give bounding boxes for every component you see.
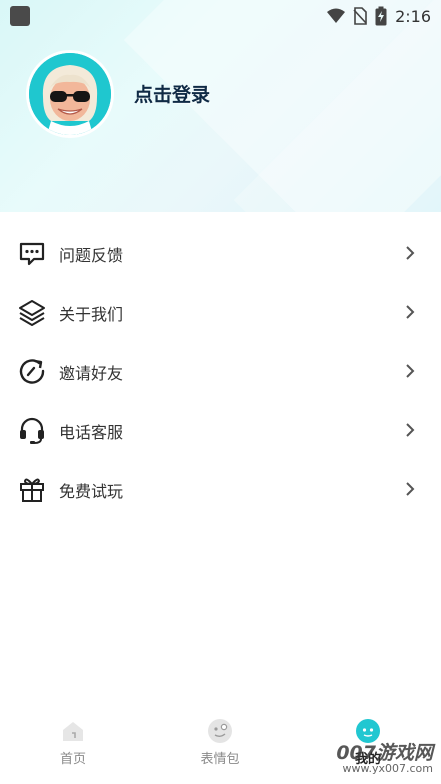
menu-item-label: 免费试玩: [59, 482, 124, 501]
layers-icon: [18, 298, 46, 326]
no-sim-icon: [353, 7, 367, 25]
gift-icon: [18, 475, 46, 503]
app-icon: [10, 6, 30, 26]
refresh-icon: [18, 357, 46, 385]
login-prompt[interactable]: 点击登录: [134, 80, 210, 107]
menu-item-label: 电话客服: [59, 423, 124, 442]
status-bar: 2:16: [0, 0, 441, 32]
chevron-right-icon: [406, 482, 415, 496]
watermark: 007游戏网 www.yx007.com: [325, 738, 435, 782]
menu-item-label: 问题反馈: [59, 246, 124, 265]
watermark-url: www.yx007.com: [342, 762, 433, 775]
menu-item-label: 邀请好友: [59, 364, 124, 383]
profile-header: 2:16 点击登录: [0, 0, 441, 212]
status-time: 2:16: [395, 6, 431, 26]
chevron-right-icon: [406, 364, 415, 378]
nav-home[interactable]: 首页: [23, 718, 123, 778]
chevron-right-icon: [406, 305, 415, 319]
menu-item-phone-support[interactable]: 电话客服: [0, 401, 441, 460]
chevron-right-icon: [406, 423, 415, 437]
battery-charging-icon: [375, 6, 387, 26]
nav-emoji[interactable]: 表情包: [170, 718, 270, 778]
profile-page: 2:16 点击登录 问题反馈 关于我们 邀请好友 电话客服 免费试玩 首页 表情…: [0, 0, 441, 784]
cartoon-avatar-icon: [29, 53, 111, 135]
menu-item-label: 关于我们: [59, 305, 124, 324]
home-icon: [60, 718, 86, 744]
nav-home-label: 首页: [59, 752, 86, 767]
wifi-icon: [327, 8, 346, 23]
menu-item-invite[interactable]: 邀请好友: [0, 342, 441, 401]
avatar[interactable]: [26, 50, 114, 138]
chevron-right-icon: [406, 246, 415, 260]
menu-item-feedback[interactable]: 问题反馈: [0, 224, 441, 283]
menu-item-about[interactable]: 关于我们: [0, 283, 441, 342]
headset-icon: [18, 416, 46, 444]
watermark-brand: 007游戏网: [336, 742, 433, 764]
nav-emoji-label: 表情包: [200, 752, 240, 767]
emoji-icon: [207, 718, 233, 744]
menu-item-free-trial[interactable]: 免费试玩: [0, 460, 441, 519]
feedback-icon: [18, 239, 46, 267]
settings-menu: 问题反馈 关于我们 邀请好友 电话客服 免费试玩: [0, 224, 441, 519]
